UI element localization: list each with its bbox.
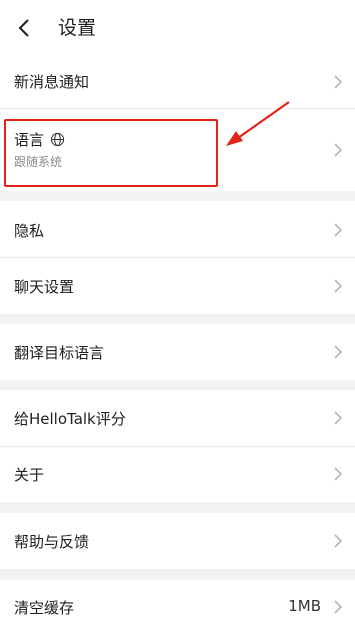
settings-row-label: 新消息通知 (14, 73, 90, 91)
section-gap (0, 569, 355, 580)
cache-size-value: 1MB (288, 597, 321, 615)
section-gap (0, 380, 355, 390)
settings-row-label: 关于 (14, 466, 45, 484)
settings-row-privacy[interactable]: 隐私 (0, 201, 355, 257)
annotation-highlight-box (4, 119, 218, 187)
settings-screen: 设置 新消息通知 语言 跟随系统 隐私 聊天设置 翻译目标语言 给HelloTa… (0, 0, 355, 617)
settings-row-label: 隐私 (14, 222, 45, 240)
chevron-right-icon (334, 223, 343, 237)
settings-row-notifications[interactable]: 新消息通知 (0, 56, 355, 108)
settings-row-translate-target[interactable]: 翻译目标语言 (0, 324, 355, 380)
chevron-right-icon (334, 467, 343, 481)
settings-row-label: 清空缓存 (14, 599, 75, 617)
settings-row-help-feedback[interactable]: 帮助与反馈 (0, 513, 355, 569)
settings-row-clear-cache[interactable]: 清空缓存 1MB (0, 580, 355, 617)
chevron-right-icon (334, 75, 343, 89)
settings-row-label: 给HelloTalk评分 (14, 410, 126, 428)
settings-row-rate[interactable]: 给HelloTalk评分 (0, 390, 355, 446)
settings-row-about[interactable]: 关于 (0, 447, 355, 502)
header-bar: 设置 (0, 0, 355, 56)
section-gap (0, 191, 355, 201)
page-title: 设置 (58, 17, 97, 39)
chevron-right-icon (334, 411, 343, 425)
settings-row-label: 聊天设置 (14, 278, 75, 296)
chevron-right-icon (334, 143, 343, 157)
section-gap (0, 502, 355, 513)
section-gap (0, 314, 355, 324)
settings-row-chat[interactable]: 聊天设置 (0, 258, 355, 314)
back-button[interactable] (10, 14, 38, 42)
chevron-left-icon (18, 19, 29, 37)
chevron-right-icon (334, 279, 343, 293)
chevron-right-icon (334, 534, 343, 548)
chevron-right-icon (334, 345, 343, 359)
settings-row-label: 帮助与反馈 (14, 533, 90, 551)
settings-row-label: 翻译目标语言 (14, 344, 105, 362)
chevron-right-icon (334, 600, 343, 614)
